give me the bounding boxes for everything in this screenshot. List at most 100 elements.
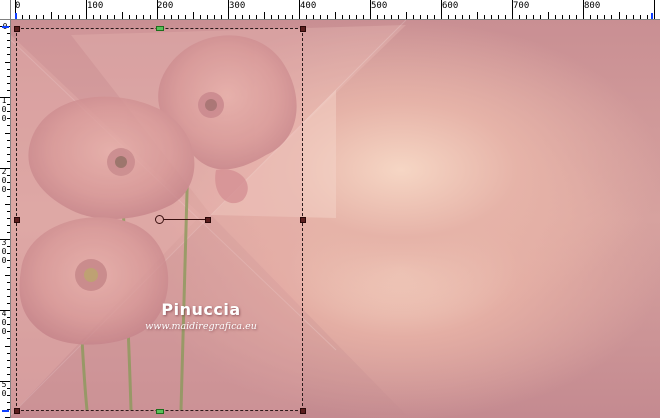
v-ruler-tick [7, 246, 10, 248]
h-ruler-tick [71, 15, 73, 19]
vertical-ruler[interactable]: 0 1 0 0 2 0 0 3 0 0 4 0 0 5 0 [0, 20, 11, 418]
v-ruler-tick [7, 260, 10, 262]
h-ruler-tick [611, 15, 613, 19]
h-ruler-tick [433, 15, 435, 19]
transform-handle-top-left[interactable] [14, 26, 20, 32]
image-editor-workspace: 0 100 200 300 400 500 600 700 800 0 1 0 … [0, 0, 660, 418]
v-ruler-tick [7, 388, 10, 390]
h-ruler-tick [64, 15, 66, 19]
watermark-site: www.maidiregrafica.eu [145, 321, 257, 332]
h-ruler-tick [348, 15, 350, 19]
h-ruler-tick [540, 15, 542, 19]
v-ruler-tick [7, 331, 10, 333]
v-ruler-tick [7, 373, 10, 375]
h-ruler-tick [590, 15, 592, 19]
h-ruler-tick [355, 15, 357, 19]
h-ruler-tick [242, 15, 244, 19]
h-ruler-tick [228, 0, 229, 19]
ruler-corner [0, 0, 11, 20]
h-ruler-tick [462, 15, 464, 19]
h-ruler-tick [164, 15, 166, 19]
v-ruler-tick [7, 295, 10, 297]
v-ruler-tick [7, 89, 10, 91]
h-ruler-tick [93, 15, 95, 19]
h-ruler-tick [419, 15, 421, 19]
h-ruler-tick [398, 15, 400, 19]
transform-handle-bottom-left[interactable] [14, 408, 20, 414]
h-ruler-tick [263, 12, 265, 19]
v-ruler-tick [7, 175, 10, 177]
h-ruler-label: 700 [513, 1, 530, 11]
v-ruler-tick [7, 196, 10, 198]
h-ruler-tick [504, 15, 506, 19]
v-ruler-tick [5, 61, 10, 63]
h-ruler-tick [171, 15, 173, 19]
h-ruler-tick [306, 15, 308, 19]
transform-handle-top-right[interactable] [300, 26, 306, 32]
h-ruler-tick [391, 15, 393, 19]
h-ruler-tick [646, 15, 648, 19]
v-ruler-tick [7, 118, 10, 120]
h-ruler-tick [469, 15, 471, 19]
v-ruler-tick [7, 217, 10, 219]
v-ruler-tick [7, 366, 10, 368]
h-ruler-tick [270, 15, 272, 19]
h-ruler-tick [405, 12, 407, 19]
h-ruler-tick [476, 12, 478, 19]
v-ruler-tick [5, 345, 10, 347]
v-ruler-tick [5, 203, 10, 205]
watermark-title: Pinuccia [161, 300, 241, 319]
v-ruler-tick [7, 33, 10, 35]
h-ruler-label: 400 [300, 1, 317, 11]
v-ruler-tick [7, 395, 10, 397]
h-ruler-tick [583, 0, 584, 19]
h-ruler-position-marker [651, 13, 653, 19]
h-ruler-tick [526, 15, 528, 19]
h-ruler-tick [86, 0, 87, 19]
h-ruler-tick [533, 15, 535, 19]
h-ruler-tick [490, 15, 492, 19]
h-ruler-label: 500 [371, 1, 388, 11]
v-ruler-tick [0, 97, 10, 98]
image-canvas[interactable]: Pinuccia www.maidiregrafica.eu [11, 20, 660, 418]
transform-handle-middle-left[interactable] [14, 217, 20, 223]
v-ruler-tick [0, 381, 10, 382]
h-ruler-tick [178, 15, 180, 19]
transform-handle-top-center[interactable] [156, 26, 164, 31]
rotation-pivot[interactable] [155, 215, 164, 224]
transform-handle-bottom-center[interactable] [156, 409, 164, 414]
h-ruler-tick [519, 15, 521, 19]
h-ruler-tick [412, 15, 414, 19]
h-ruler-tick [142, 15, 144, 19]
h-ruler-tick [320, 15, 322, 19]
h-ruler-tick [632, 15, 634, 19]
h-ruler-tick [235, 15, 237, 19]
v-ruler-tick [7, 104, 10, 106]
transform-handle-bottom-right[interactable] [300, 408, 306, 414]
h-ruler-tick [561, 15, 563, 19]
h-ruler-tick [121, 12, 123, 19]
v-ruler-tick [7, 338, 10, 340]
v-ruler-tick [7, 68, 10, 70]
h-ruler-label: 200 [157, 1, 174, 11]
transform-handle-middle-right[interactable] [300, 217, 306, 223]
h-ruler-tick [384, 15, 386, 19]
h-ruler-tick [654, 0, 655, 19]
h-ruler-tick [78, 15, 80, 19]
v-ruler-tick [7, 224, 10, 226]
horizontal-ruler[interactable]: 0 100 200 300 400 500 600 700 800 [11, 0, 660, 20]
h-ruler-tick [512, 0, 513, 19]
v-ruler-tick [7, 111, 10, 113]
h-ruler-tick [192, 12, 194, 19]
h-ruler-tick [206, 15, 208, 19]
h-ruler-tick [448, 15, 450, 19]
v-ruler-tick [7, 317, 10, 319]
rotation-handle[interactable] [205, 217, 211, 223]
h-ruler-label: 800 [584, 1, 601, 11]
v-ruler-tick [7, 189, 10, 191]
h-ruler-tick [291, 15, 293, 19]
h-ruler-tick [100, 15, 102, 19]
h-ruler-tick [220, 15, 222, 19]
h-ruler-tick [313, 15, 315, 19]
h-ruler-tick [547, 12, 549, 19]
